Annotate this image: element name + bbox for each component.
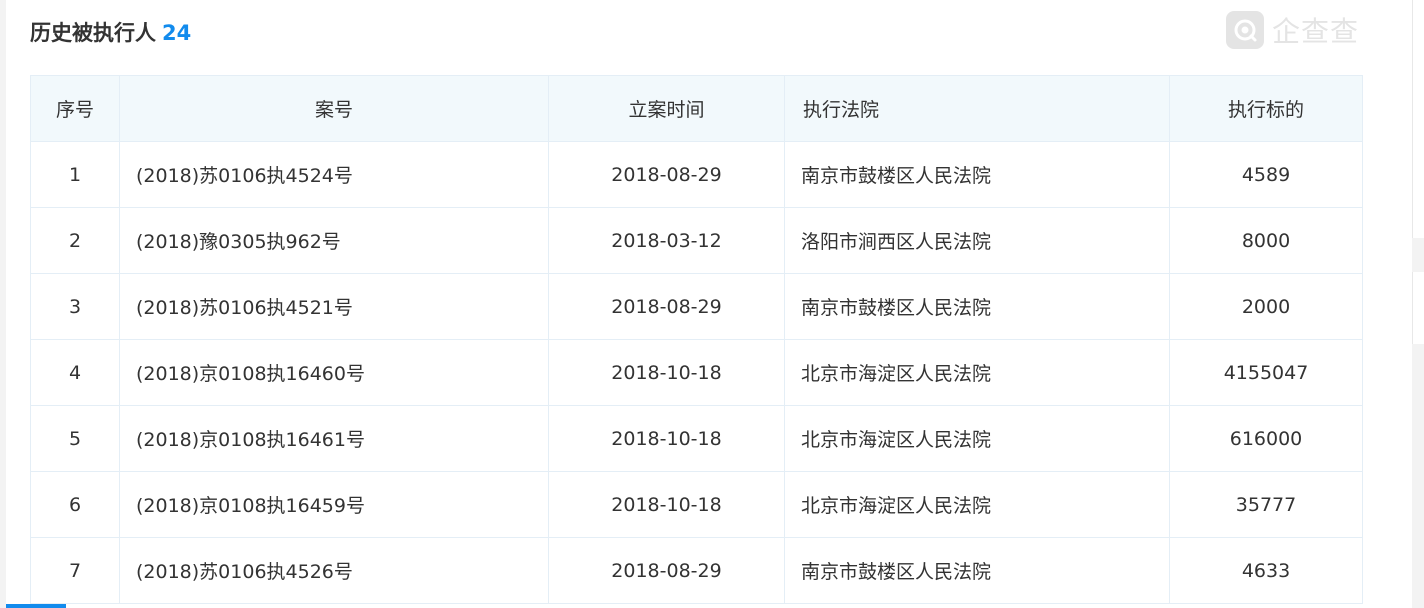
cell-court: 北京市海淀区人民法院: [784, 471, 1170, 538]
cell-filing-date: 2018-03-12: [548, 207, 785, 274]
section-count-badge[interactable]: 24: [162, 21, 191, 45]
cell-filing-date: 2018-10-18: [548, 405, 785, 472]
cell-amount: 4589: [1169, 141, 1363, 208]
cell-filing-date: 2018-10-18: [548, 471, 785, 538]
qichacha-logo-icon: [1226, 11, 1264, 49]
adjacent-panel-edge: [1412, 0, 1424, 608]
cell-index: 6: [30, 471, 120, 538]
table-row: 3 (2018)苏0106执4521号 2018-08-29 南京市鼓楼区人民法…: [30, 273, 1363, 340]
cell-index: 3: [30, 273, 120, 340]
cell-court: 南京市鼓楼区人民法院: [784, 273, 1170, 340]
cell-court: 洛阳市涧西区人民法院: [784, 207, 1170, 274]
cell-filing-date: 2018-08-29: [548, 141, 785, 208]
header-amount: 执行标的: [1169, 75, 1363, 142]
table-row: 2 (2018)豫0305执962号 2018-03-12 洛阳市涧西区人民法院…: [30, 207, 1363, 274]
cell-filing-date: 2018-10-18: [548, 339, 785, 406]
cell-case-no[interactable]: (2018)苏0106执4526号: [119, 537, 549, 604]
cell-index: 7: [30, 537, 120, 604]
table-row: 7 (2018)苏0106执4526号 2018-08-29 南京市鼓楼区人民法…: [30, 537, 1363, 604]
cell-case-no[interactable]: (2018)苏0106执4521号: [119, 273, 549, 340]
table-row: 5 (2018)京0108执16461号 2018-10-18 北京市海淀区人民…: [30, 405, 1363, 472]
history-executed-panel: 历史被执行人 24 企查查 序号 案号 立案时间 执行法院 执行标的 1 (20…: [6, 0, 1412, 608]
header-court: 执行法院: [784, 75, 1170, 142]
cell-amount: 2000: [1169, 273, 1363, 340]
table-header-row: 序号 案号 立案时间 执行法院 执行标的: [30, 75, 1363, 142]
cell-case-no[interactable]: (2018)豫0305执962号: [119, 207, 549, 274]
cell-case-no[interactable]: (2018)京0108执16460号: [119, 339, 549, 406]
cell-amount: 4633: [1169, 537, 1363, 604]
cell-court: 北京市海淀区人民法院: [784, 339, 1170, 406]
section-title: 历史被执行人 24: [30, 16, 191, 50]
header-case-no: 案号: [119, 75, 549, 142]
watermark-brand-text: 企查查: [1272, 15, 1360, 48]
cell-index: 4: [30, 339, 120, 406]
cell-amount: 35777: [1169, 471, 1363, 538]
cell-index: 1: [30, 141, 120, 208]
cell-case-no[interactable]: (2018)苏0106执4524号: [119, 141, 549, 208]
executed-records-table: 序号 案号 立案时间 执行法院 执行标的 1 (2018)苏0106执4524号…: [30, 75, 1363, 604]
cell-amount: 616000: [1169, 405, 1363, 472]
cell-case-no[interactable]: (2018)京0108执16459号: [119, 471, 549, 538]
header-filing-date: 立案时间: [548, 75, 785, 142]
watermark: 企查查: [1226, 10, 1359, 50]
table-row: 1 (2018)苏0106执4524号 2018-08-29 南京市鼓楼区人民法…: [30, 141, 1363, 208]
adjacent-panel-top: [1412, 0, 1424, 238]
cell-amount: 8000: [1169, 207, 1363, 274]
header-index: 序号: [30, 75, 120, 142]
table-row: 6 (2018)京0108执16459号 2018-10-18 北京市海淀区人民…: [30, 471, 1363, 538]
cell-case-no[interactable]: (2018)京0108执16461号: [119, 405, 549, 472]
cell-filing-date: 2018-08-29: [548, 537, 785, 604]
cell-amount: 4155047: [1169, 339, 1363, 406]
cell-index: 5: [30, 405, 120, 472]
cell-court: 北京市海淀区人民法院: [784, 405, 1170, 472]
section-title-text: 历史被执行人: [30, 21, 156, 45]
scroll-indicator: [6, 604, 66, 608]
table-row: 4 (2018)京0108执16460号 2018-10-18 北京市海淀区人民…: [30, 339, 1363, 406]
cell-filing-date: 2018-08-29: [548, 273, 785, 340]
cell-index: 2: [30, 207, 120, 274]
cell-court: 南京市鼓楼区人民法院: [784, 141, 1170, 208]
cell-court: 南京市鼓楼区人民法院: [784, 537, 1170, 604]
adjacent-panel-middle: [1412, 272, 1424, 344]
